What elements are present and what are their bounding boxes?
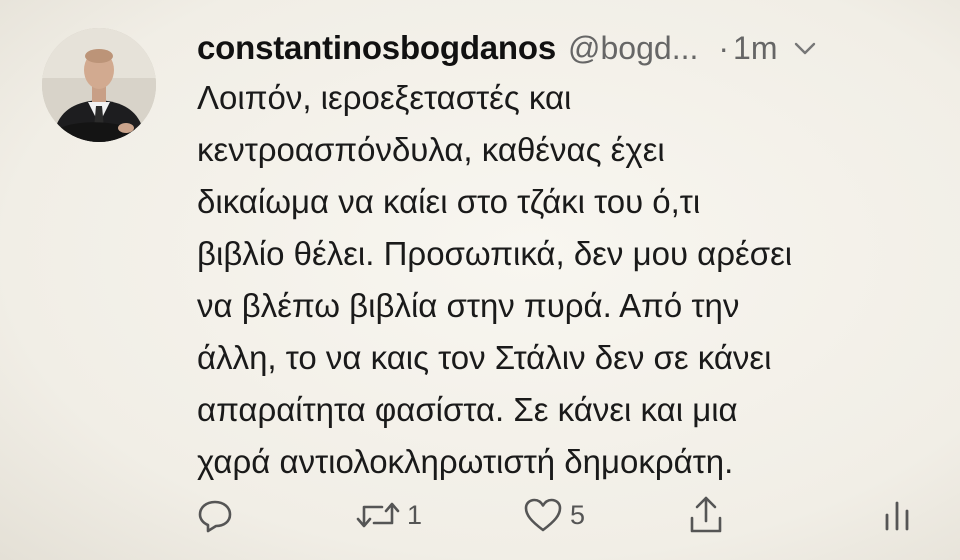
tweet-actions: 1 5 <box>0 487 960 543</box>
display-name[interactable]: constantinosbogdanos <box>197 29 556 67</box>
reply-button[interactable] <box>195 487 235 543</box>
tweet-card: constantinosbogdanos @bogd... · 1m Λοιπό… <box>0 0 960 560</box>
share-button[interactable] <box>686 487 726 543</box>
like-count: 5 <box>570 499 586 530</box>
tweet-text-line: Λοιπόν, ιεροεξεταστές και <box>197 79 572 116</box>
tweet-text: Λοιπόν, ιεροεξεταστές και κεντροασπόνδυλ… <box>197 72 937 488</box>
heart-icon <box>522 495 564 535</box>
like-button[interactable]: 5 <box>522 487 585 543</box>
user-handle[interactable]: @bogd... <box>568 30 698 67</box>
separator-dot: · <box>718 29 730 66</box>
chevron-down-icon[interactable] <box>791 34 819 62</box>
tweet-text-line: να βλέπω βιβλία στην πυρά. Από την <box>197 287 740 324</box>
retweet-count: 1 <box>407 499 423 530</box>
analytics-icon <box>880 495 914 535</box>
tweet-header: constantinosbogdanos @bogd... · 1m <box>197 28 937 68</box>
retweet-button[interactable]: 1 <box>355 487 422 543</box>
timestamp[interactable]: 1m <box>733 30 777 67</box>
share-icon <box>686 494 726 536</box>
reply-icon <box>195 495 235 535</box>
avatar[interactable] <box>42 28 156 142</box>
retweet-icon <box>355 495 401 535</box>
tweet-text-line: απαραίτητα φασίστα. Σε κάνει και μια <box>197 391 738 428</box>
tweet-text-line: δικαίωμα να καίει στο τζάκι του ό,τι <box>197 183 701 220</box>
analytics-button[interactable] <box>880 487 914 543</box>
tweet-text-line: βιβλίο θέλει. Προσωπικά, δεν μου αρέσει <box>197 235 793 272</box>
tweet-text-line: άλλη, το να καις τον Στάλιν δεν σε κάνει <box>197 339 772 376</box>
avatar-image <box>42 28 156 142</box>
tweet-text-line: χαρά αντιολοκληρωτιστή δημοκράτη. <box>197 443 734 480</box>
tweet-text-line: κεντροασπόνδυλα, καθένας έχει <box>197 131 665 168</box>
